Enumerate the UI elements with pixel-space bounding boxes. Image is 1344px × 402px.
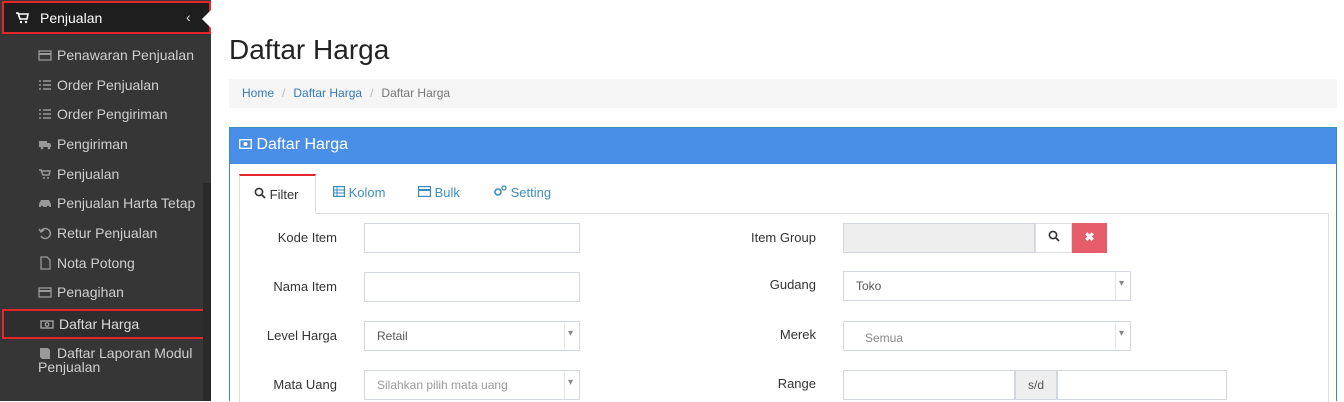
tab-setting[interactable]: Setting [479,174,565,214]
sidebar-item-order-penjualan[interactable]: Order Penjualan [0,72,203,100]
gudang-label: Gudang [769,277,816,292]
range-separator: s/d [1015,370,1057,400]
car-icon [38,196,52,210]
tab-bar: Filter Kolom Bulk Setting [239,174,1329,214]
gears-icon [493,185,507,200]
main-content: Daftar Harga Home / Daftar Harga / Daftar Ha… [211,0,1344,402]
kode-item-label: Kode Item [277,230,337,245]
range-end-input[interactable] [1057,370,1227,400]
item-group-input[interactable] [843,223,1035,253]
close-icon: ✖ [1084,230,1095,244]
undo-icon [38,226,52,240]
gudang-select[interactable]: Toko [843,271,1131,301]
item-group-clear-button[interactable]: ✖ [1072,223,1107,253]
panel-daftar-harga: Daftar Harga Filter Kolom Bulk Setting K… [229,127,1337,402]
sidebar-item-order-pengiriman[interactable]: Order Pengiriman [0,101,203,129]
sidebar-item-penjualan-harta-tetap[interactable]: Penjualan Harta Tetap [0,190,203,218]
mata-uang-label: Mata Uang [273,377,337,392]
nama-item-label: Nama Item [273,279,337,294]
sidebar-item-penjualan[interactable]: Penjualan [0,161,203,189]
breadcrumb-daftar-harga[interactable]: Daftar Harga [293,86,362,100]
cart-icon [38,167,52,181]
list-icon [38,78,52,92]
active-notch [202,10,211,28]
tab-kolom[interactable]: Kolom [319,174,399,214]
merek-label: Merek [779,327,816,342]
range-start-input[interactable] [843,370,1015,400]
nama-item-input[interactable] [364,272,580,302]
breadcrumb: Home / Daftar Harga / Daftar Harga [229,79,1337,108]
sidebar-item-nota-potong[interactable]: Nota Potong [0,250,203,278]
table-icon [333,185,346,200]
level-harga-select[interactable]: Retail [364,321,580,351]
tab-filter[interactable]: Filter [239,174,316,214]
breadcrumb-home[interactable]: Home [242,86,274,100]
level-harga-label: Level Harga [266,328,337,343]
item-group-search-button[interactable] [1035,223,1072,253]
search-icon [254,187,266,202]
chevron-left-icon[interactable]: ‹ [186,9,191,25]
mata-uang-select[interactable]: Silahkan pilih mata uang [364,370,580,400]
panel-header: Daftar Harga [230,128,1336,164]
sidebar-item-daftar-laporan-modul-penjualan[interactable]: Daftar Laporan Modul Penjualan [0,340,203,380]
sidebar-item-penawaran-penjualan[interactable]: Penawaran Penjualan [0,42,203,70]
book-icon [38,346,52,360]
sidebar-item-retur-penjualan[interactable]: Retur Penjualan [0,220,203,248]
sidebar-item-pengiriman[interactable]: Pengiriman [0,131,203,159]
credit-card-icon [38,285,52,299]
truck-icon [38,137,52,151]
page-title: Daftar Harga [229,34,390,65]
sidebar-item-daftar-harga[interactable]: Daftar Harga [2,309,211,339]
sidebar-item-penagihan[interactable]: Penagihan [0,279,203,307]
sidebar-menu-label: Penjualan [40,10,103,26]
panel-title: Daftar Harga [256,136,349,153]
filter-form: Kode Item Nama Item Level Harga Retail M… [239,214,1329,402]
breadcrumb-current: Daftar Harga [381,86,451,100]
merek-select[interactable]: Semua [843,321,1131,351]
sidebar: Penjualan ‹ Penawaran Penjualan Order Pe… [0,0,211,401]
sidebar-menu-penjualan[interactable]: Penjualan ‹ [2,1,211,34]
money-icon [40,317,54,331]
credit-card-icon [38,48,52,62]
sidebar-scrollbar[interactable] [203,183,211,401]
breadcrumb-separator: / [282,86,286,100]
range-label: Range [777,376,816,391]
list-icon [38,107,52,121]
item-group-label: Item Group [750,230,816,245]
file-icon [38,256,52,270]
money-icon [239,136,252,153]
breadcrumb-separator: / [370,86,374,100]
tab-bulk[interactable]: Bulk [404,174,474,214]
cart-icon [16,11,29,27]
kode-item-input[interactable] [364,223,580,253]
search-icon [1048,230,1060,245]
credit-card-icon [418,185,432,200]
